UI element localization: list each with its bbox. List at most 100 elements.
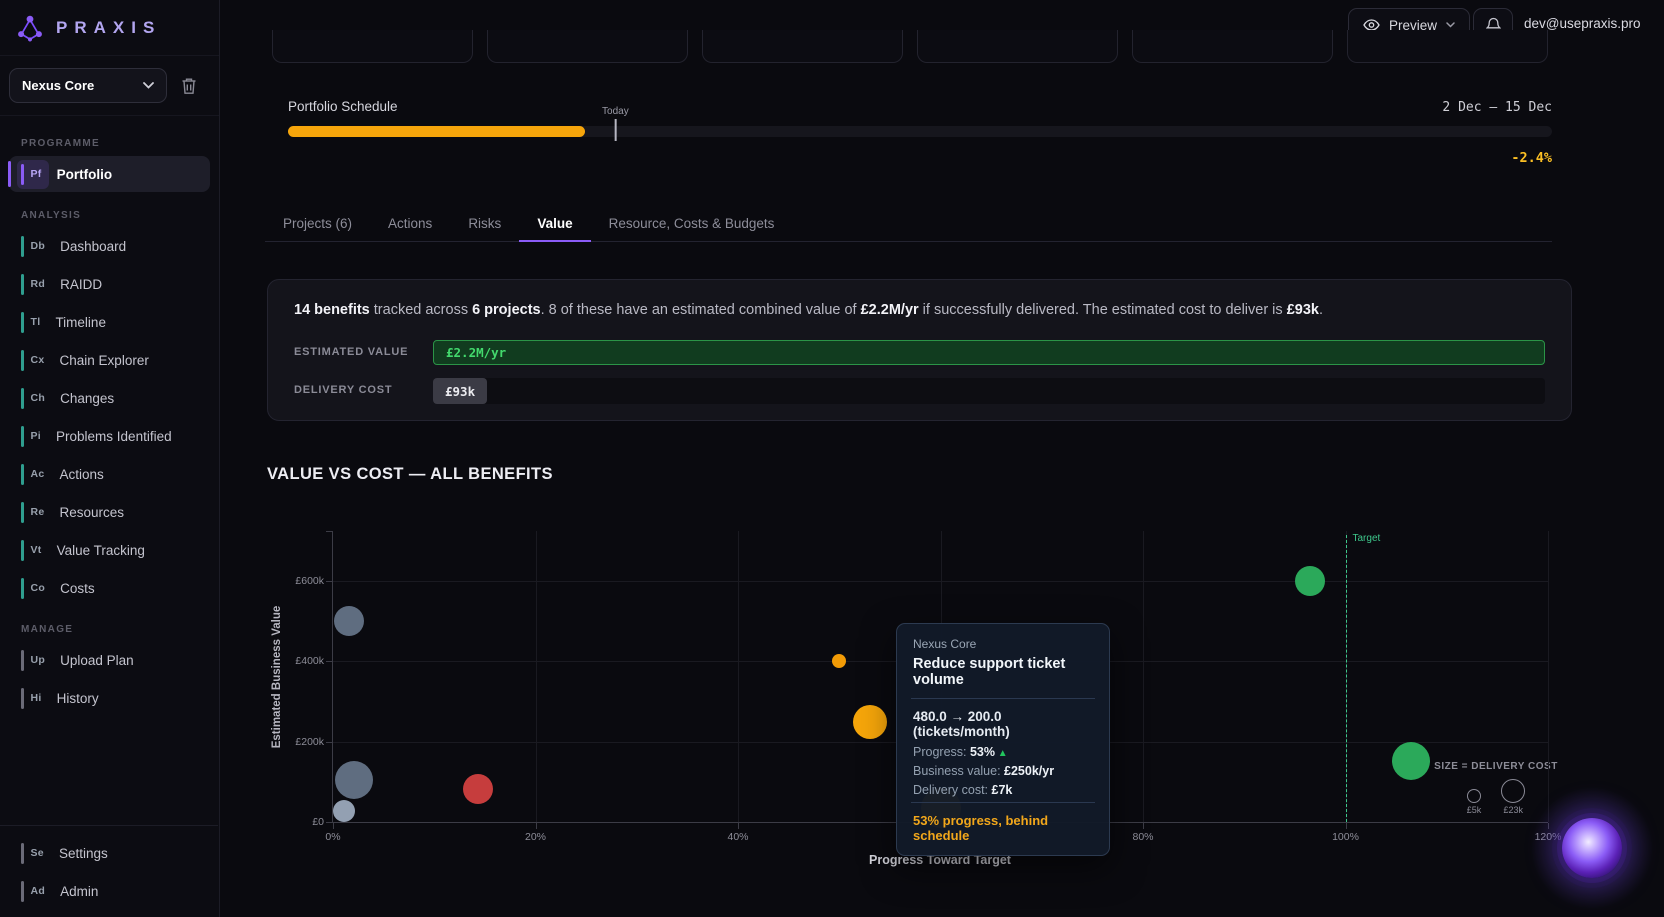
summary-card-stub[interactable]: [917, 30, 1118, 63]
sidebar-item-upload-plan[interactable]: Up Upload Plan: [9, 642, 210, 678]
sidebar: PRAXIS Nexus Core PROGRAMMEPfPortfolioAN…: [0, 0, 220, 917]
nav-item-accent-bar: [21, 164, 24, 185]
size-legend-label: £23k: [1503, 805, 1523, 815]
nav-item-accent-bar: [21, 650, 24, 671]
sidebar-item-settings[interactable]: SeSettings: [9, 835, 209, 871]
size-legend: SIZE = DELIVERY COST £5k£23k: [1426, 761, 1566, 815]
x-gridline: [1548, 531, 1549, 822]
user-email[interactable]: dev@usepraxis.pro: [1524, 16, 1641, 31]
summary-card-stub[interactable]: [272, 30, 473, 63]
chart-title: VALUE VS COST — ALL BENEFITS: [267, 465, 553, 484]
sidebar-item-timeline[interactable]: TlTimeline: [9, 304, 210, 340]
sidebar-item-portfolio[interactable]: Pf Portfolio: [9, 156, 210, 192]
tab-value[interactable]: Value: [519, 206, 590, 241]
nav-item-abbr: Pf: [31, 168, 42, 180]
nav-item-accent-bar: [21, 388, 24, 409]
nav-item-label: Costs: [60, 581, 95, 596]
sidebar-item-actions[interactable]: AcActions: [9, 456, 210, 492]
sidebar-item-history[interactable]: Hi History: [9, 680, 210, 716]
nav-item-badge: Ad: [17, 877, 52, 906]
size-legend-circle: [1501, 779, 1525, 803]
x-axis-tick: [536, 823, 537, 829]
nav-item-badge: Vt: [17, 536, 49, 565]
selector-row: Nexus Core: [0, 56, 219, 116]
tab-projects-6[interactable]: Projects (6): [265, 206, 370, 241]
tab-resource-costs-budgets[interactable]: Resource, Costs & Budgets: [591, 206, 793, 241]
tab-actions[interactable]: Actions: [370, 206, 450, 241]
nav-item-abbr: Vt: [31, 544, 42, 556]
nav-item-label: Portfolio: [57, 167, 113, 182]
y-tick-label: £200k: [295, 736, 324, 748]
nav-item-accent-bar: [21, 843, 24, 864]
x-axis-tick: [1143, 823, 1144, 829]
benefit-bubble[interactable]: [832, 654, 846, 668]
nav-item-accent-bar: [21, 426, 24, 447]
nav-item-label: Value Tracking: [57, 543, 145, 558]
tab-risks[interactable]: Risks: [450, 206, 519, 241]
programme-select[interactable]: Nexus Core: [9, 68, 167, 103]
sidebar-item-resources[interactable]: ReResources: [9, 494, 210, 530]
nav-item-badge: Ch: [17, 384, 52, 413]
sidebar-item-changes[interactable]: Ch Changes: [9, 380, 210, 416]
x-tick-label: 40%: [727, 831, 748, 843]
tab-bar: Projects (6)ActionsRisksValueResource, C…: [265, 206, 1552, 242]
nav-item-badge: Db: [17, 232, 52, 261]
y-tick-label: £0: [312, 816, 324, 828]
tooltip-title: Reduce support ticket volume: [913, 656, 1093, 688]
tooltip-status: 53% progress, behind schedule: [913, 813, 1093, 843]
benefit-bubble[interactable]: [1295, 566, 1325, 596]
nav-item-abbr: Cx: [31, 354, 45, 366]
nav-item-label: History: [57, 691, 99, 706]
nav-item-abbr: Tl: [31, 316, 41, 328]
nav-item-label: Dashboard: [60, 239, 126, 254]
nav-item-label: Settings: [59, 846, 108, 861]
summary-card-stub[interactable]: [487, 30, 688, 63]
summary-segment: .: [1319, 302, 1323, 318]
benefits-summary-text: 14 benefits tracked across 6 projects. 8…: [294, 302, 1545, 318]
benefit-bubble[interactable]: [334, 606, 364, 636]
benefit-bubble-hovered[interactable]: [853, 705, 887, 739]
x-gridline: [738, 531, 739, 822]
nav-item-abbr: Rd: [31, 278, 46, 290]
size-legend-circle: [1467, 789, 1481, 803]
summary-card-stub[interactable]: [702, 30, 903, 63]
nav-item-badge: Co: [17, 574, 52, 603]
nav-item-abbr: Ad: [31, 885, 46, 897]
summary-card-stub[interactable]: [1132, 30, 1333, 63]
nav-item-accent-bar: [21, 236, 24, 257]
sidebar-item-costs[interactable]: Co Costs: [9, 570, 210, 606]
x-gridline: [1143, 531, 1144, 822]
nav-item-badge: Rd: [17, 270, 52, 299]
nav-item-accent-bar: [21, 464, 24, 485]
sidebar-item-chain-explorer[interactable]: CxChain Explorer: [9, 342, 210, 378]
schedule-variance: -2.4%: [1511, 150, 1552, 166]
nav-item-accent-bar: [21, 578, 24, 599]
nav-item-abbr: Up: [31, 654, 46, 666]
estimated-value-amount: £2.2M/yr: [446, 345, 506, 360]
nav-item-label: Upload Plan: [60, 653, 134, 668]
benefit-bubble[interactable]: [333, 800, 355, 822]
y-axis-title: Estimated Business Value: [271, 606, 283, 749]
benefit-bubble[interactable]: [335, 761, 373, 799]
assistant-orb-button[interactable]: [1562, 818, 1622, 878]
summary-segment: if successfully delivered. The estimated…: [919, 302, 1287, 318]
tooltip-divider: [911, 698, 1095, 699]
sidebar-item-dashboard[interactable]: Db Dashboard: [9, 228, 210, 264]
y-axis-tick: [326, 581, 332, 582]
sidebar-item-admin[interactable]: Ad Admin: [9, 873, 209, 909]
x-axis-tick: [738, 823, 739, 829]
brand-name: PRAXIS: [56, 18, 161, 38]
sidebar-item-raidd[interactable]: RdRAIDD: [9, 266, 210, 302]
sidebar-item-problems-identified[interactable]: PiProblems Identified: [9, 418, 210, 454]
chart-tooltip: Nexus Core Reduce support ticket volume …: [896, 623, 1110, 856]
sidebar-item-value-tracking[interactable]: Vt Value Tracking: [9, 532, 210, 568]
nav-item-accent-bar: [21, 312, 24, 333]
trash-icon[interactable]: [181, 77, 197, 95]
benefit-bubble[interactable]: [1392, 742, 1430, 780]
nav-item-accent-bar: [21, 881, 24, 902]
summary-card-stub[interactable]: [1347, 30, 1548, 63]
nav-item-label: Admin: [60, 884, 98, 899]
benefit-bubble[interactable]: [463, 774, 493, 804]
nav-item-label: Changes: [60, 391, 114, 406]
nav-item-abbr: Hi: [31, 692, 42, 704]
